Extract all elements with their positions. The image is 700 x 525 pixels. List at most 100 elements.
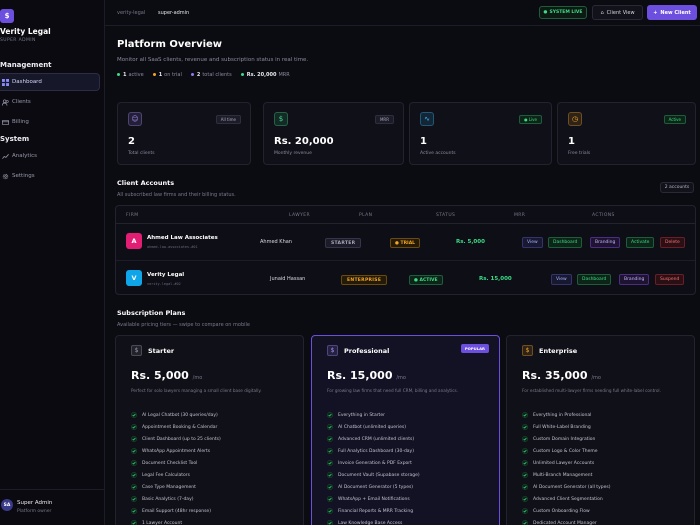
user-role: Platform owner xyxy=(17,509,52,514)
list-item: Document Checklist Tool xyxy=(131,457,221,469)
branding-button[interactable]: Branding xyxy=(619,274,650,285)
brand-logo: $ xyxy=(0,9,14,23)
breadcrumb-root[interactable]: verity-legal xyxy=(117,10,145,16)
avatar: SA xyxy=(1,499,13,511)
plan-card-starter[interactable]: $ Starter Rs. 5,000 /mo Perfect for solo… xyxy=(115,335,304,525)
stat-label: Monthly revenue xyxy=(274,151,312,156)
list-item: Document Vault (Supabase storage) xyxy=(327,469,420,481)
delete-button[interactable]: Delete xyxy=(660,237,685,248)
client-view-label: Client View xyxy=(606,9,635,16)
summary-total: 2 total clients xyxy=(190,72,232,78)
summary-trial: 1 on trial xyxy=(152,72,182,78)
activate-button[interactable]: Activate xyxy=(626,237,655,248)
view-button[interactable]: View xyxy=(522,237,543,248)
plan-price: Rs. 35,000 /mo xyxy=(522,369,601,382)
plan-description: Perfect for solo lawyers managing a smal… xyxy=(131,388,262,393)
dashboard-button[interactable]: Dashboard xyxy=(548,237,583,248)
check-icon xyxy=(131,484,137,490)
plan-description: For established multi-lawyer firms needi… xyxy=(522,388,661,393)
nav-section-management: Management xyxy=(0,61,52,69)
section-title-plans: Subscription Plans xyxy=(117,309,186,317)
new-client-label: New Client xyxy=(660,9,691,16)
plan-card-professional[interactable]: $ Professional POPULAR Rs. 15,000 /mo Fo… xyxy=(311,335,500,525)
sidebar-item-settings[interactable]: Settings xyxy=(0,167,100,185)
lawyer-name: Junaid Hassan xyxy=(270,276,306,282)
check-icon xyxy=(522,484,528,490)
feature-list: Everything in Starter AI Chatbot (unlimit… xyxy=(327,409,420,525)
brand-name: Verity Legal xyxy=(0,27,51,36)
sidebar-item-analytics[interactable]: Analytics xyxy=(0,147,100,165)
check-icon xyxy=(327,484,333,490)
check-icon xyxy=(327,472,333,478)
section-subtitle-clients: All subscribed law firms and their billi… xyxy=(117,192,236,198)
brand-subtitle: SUPER ADMIN xyxy=(0,38,36,43)
list-item: Email Support (48hr response) xyxy=(131,505,221,517)
stat-card-active-accounts: ∿ ● Live 1 Active accounts xyxy=(409,102,552,165)
sidebar-item-label: Dashboard xyxy=(12,79,42,85)
status-dot xyxy=(240,73,244,76)
list-item: WhatsApp + Email Notifications xyxy=(327,493,420,505)
stat-value: 1 xyxy=(568,136,575,147)
topbar: verity-legal super-admin ● SYSTEM LIVE ⌂ C… xyxy=(105,0,700,26)
section-subtitle-plans: Available pricing tiers — swipe to compa… xyxy=(117,322,251,328)
check-icon xyxy=(522,412,528,418)
list-item: Custom Logo & Color Theme xyxy=(522,445,610,457)
home-icon: ⌂ xyxy=(600,9,604,16)
stat-tag: ● Live xyxy=(519,115,542,124)
sidebar-item-label: Clients xyxy=(12,99,31,105)
user-icon: ☺ xyxy=(128,112,142,126)
client-view-button[interactable]: ⌂ Client View xyxy=(592,5,643,20)
check-icon xyxy=(131,460,137,466)
new-client-button[interactable]: + New Client xyxy=(647,5,697,20)
plan-description: For growing law firms that need full CRM… xyxy=(327,388,459,393)
stat-tag: Active xyxy=(663,115,686,124)
page-subtitle: Monitor all SaaS clients, revenue and su… xyxy=(117,57,309,63)
check-icon xyxy=(522,472,528,478)
list-item: Advanced CRM (unlimited clients) xyxy=(327,433,420,445)
sidebar-item-clients[interactable]: Clients xyxy=(0,93,100,111)
mrr-value: Rs. 15,000 xyxy=(479,276,512,282)
accounts-count-badge: 2 accounts xyxy=(660,182,694,193)
firm-slug: ahmed-law-associates-#01 xyxy=(147,245,198,249)
table-row: V Verity Legal verity-legal-#02 Junaid H… xyxy=(116,262,695,294)
list-item: Law Knowledge Base Access xyxy=(327,517,420,525)
check-icon xyxy=(131,412,137,418)
stat-card-monthly-revenue: $ MRR Rs. 20,000 Monthly revenue xyxy=(263,102,404,165)
firm-avatar: A xyxy=(126,233,142,249)
sidebar-item-dashboard[interactable]: Dashboard xyxy=(0,73,100,91)
summary-strip: 1 active 1 on trial 2 total clients Rs. 20,… xyxy=(117,72,290,78)
table-header: FIRM LAWYER PLAN STATUS MRR ACTIONS xyxy=(116,206,695,224)
column-header: MRR xyxy=(514,213,526,218)
branding-button[interactable]: Branding xyxy=(590,237,621,248)
summary-active: 1 active xyxy=(117,72,144,78)
sidebar-item-billing[interactable]: Billing xyxy=(0,113,100,131)
check-icon xyxy=(522,424,528,430)
check-icon xyxy=(327,520,333,525)
nav-section-system: System xyxy=(0,135,30,143)
check-icon xyxy=(522,496,528,502)
status-dot xyxy=(117,73,120,76)
dashboard-button[interactable]: Dashboard xyxy=(577,274,612,285)
check-icon xyxy=(131,496,137,502)
mrr-value: Rs. 5,000 xyxy=(456,239,485,245)
stat-label: Total clients xyxy=(128,151,155,156)
plan-badge: STARTER xyxy=(325,238,362,248)
breadcrumb-current: super-admin xyxy=(158,10,190,16)
sidebar-item-label: Settings xyxy=(12,173,35,179)
list-item: Everything in Professional xyxy=(522,409,610,421)
firm-avatar: V xyxy=(126,270,142,286)
plan-card-enterprise[interactable]: $ Enterprise Rs. 35,000 /mo For establis… xyxy=(506,335,695,525)
list-item: AI Legal Chatbot (30 queries/day) xyxy=(131,409,221,421)
check-icon xyxy=(131,472,137,478)
status-dot xyxy=(190,73,194,76)
list-item: Custom Domain Integration xyxy=(522,433,610,445)
plan-price: Rs. 15,000 /mo xyxy=(327,369,406,382)
suspend-button[interactable]: Suspend xyxy=(655,274,685,285)
plan-name: Professional xyxy=(344,347,390,355)
list-item: Invoice Generation & PDF Export xyxy=(327,457,420,469)
list-item: Dedicated Account Manager xyxy=(522,517,610,525)
view-button[interactable]: View xyxy=(551,274,572,285)
feature-list: AI Legal Chatbot (30 queries/day) Appoint… xyxy=(131,409,221,525)
sidebar-user-card[interactable]: SA Super Admin Platform owner xyxy=(0,489,104,525)
pulse-icon: ∿ xyxy=(420,112,434,126)
